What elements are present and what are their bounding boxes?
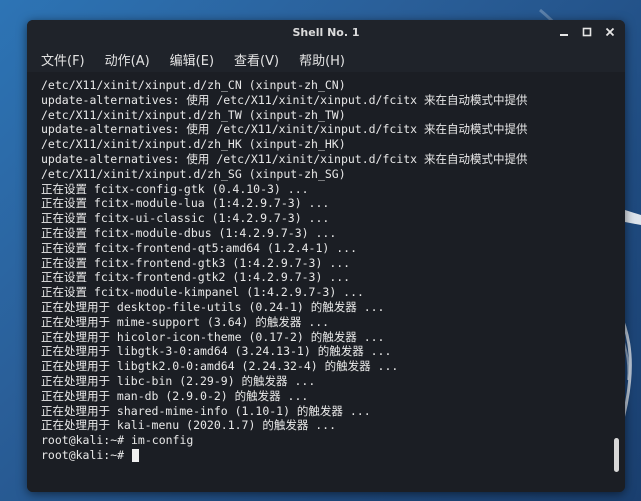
menu-help[interactable]: 帮助(H) bbox=[299, 50, 345, 69]
terminal-line: /etc/X11/xinit/xinput.d/zh_CN (xinput-zh… bbox=[41, 78, 346, 92]
terminal-line: 正在设置 fcitx-module-lua (1:4.2.9.7-3) ... bbox=[41, 196, 330, 211]
current-prompt-line[interactable]: root@kali:~# bbox=[41, 448, 625, 463]
terminal-line: 正在设置 fcitx-frontend-gtk2 (1:4.2.9.7-3) .… bbox=[41, 270, 351, 285]
terminal-line: 正在处理用于 libgtk-3-0:amd64 (3.24.13-1) 的触发器… bbox=[41, 344, 392, 359]
text-cursor bbox=[132, 448, 140, 462]
window-controls bbox=[557, 24, 617, 40]
terminal-line: 正在处理用于 kali-menu (2020.1.7) 的触发器 ... bbox=[41, 418, 337, 433]
terminal-line: 正在处理用于 man-db (2.9.0-2) 的触发器 ... bbox=[41, 388, 309, 403]
terminal-line: 正在设置 fcitx-ui-classic (1:4.2.9.7-3) ... bbox=[41, 211, 330, 226]
terminal-line: root@kali:~# im-config bbox=[41, 433, 194, 448]
terminal-line: 正在设置 fcitx-config-gtk (0.4.10-3) ... bbox=[41, 181, 309, 196]
terminal-line: 正在设置 fcitx-frontend-gtk3 (1:4.2.9.7-3) .… bbox=[41, 255, 351, 270]
minimize-button[interactable] bbox=[557, 24, 571, 40]
maximize-icon bbox=[582, 27, 592, 37]
close-button[interactable] bbox=[603, 24, 617, 40]
menu-bar: 文件(F) 动作(A) 编辑(E) 查看(V) 帮助(H) bbox=[27, 46, 625, 72]
title-bar[interactable]: Shell No. 1 bbox=[27, 20, 625, 46]
scrollbar-thumb[interactable] bbox=[614, 438, 619, 472]
terminal-line: 正在处理用于 desktop-file-utils (0.24-1) 的触发器 … bbox=[41, 299, 385, 314]
terminal-output[interactable]: /etc/X11/xinit/xinput.d/zh_CN (xinput-zh… bbox=[27, 72, 625, 492]
shell-prompt: root@kali:~# bbox=[41, 447, 132, 462]
menu-actions[interactable]: 动作(A) bbox=[105, 50, 150, 69]
terminal-line: 正在设置 fcitx-module-kimpanel (1:4.2.9.7-3)… bbox=[41, 285, 364, 300]
scrollbar[interactable] bbox=[612, 76, 620, 486]
terminal-line: update-alternatives: 使用 /etc/X11/xinit/x… bbox=[41, 122, 528, 137]
terminal-line: /etc/X11/xinit/xinput.d/zh_SG (xinput-zh… bbox=[41, 166, 346, 181]
terminal-window: Shell No. 1 文件(F) 动作(A) 编辑(E) 查看(V) 帮助(H… bbox=[27, 20, 625, 492]
terminal-line: 正在设置 fcitx-module-dbus (1:4.2.9.7-3) ... bbox=[41, 225, 337, 240]
terminal-line: /etc/X11/xinit/xinput.d/zh_TW (xinput-zh… bbox=[41, 107, 346, 122]
terminal-line: 正在处理用于 libgtk2.0-0:amd64 (2.24.32-4) 的触发… bbox=[41, 359, 399, 374]
terminal-line: update-alternatives: 使用 /etc/X11/xinit/x… bbox=[41, 151, 528, 166]
terminal-line: 正在处理用于 libc-bin (2.29-9) 的触发器 ... bbox=[41, 373, 316, 388]
terminal-line: 正在设置 fcitx-frontend-qt5:amd64 (1.2.4-1) … bbox=[41, 240, 358, 255]
menu-file[interactable]: 文件(F) bbox=[41, 50, 85, 69]
terminal-line: update-alternatives: 使用 /etc/X11/xinit/x… bbox=[41, 92, 528, 107]
terminal-line: 正在处理用于 hicolor-icon-theme (0.17-2) 的触发器 … bbox=[41, 329, 385, 344]
maximize-button[interactable] bbox=[580, 24, 594, 40]
menu-edit[interactable]: 编辑(E) bbox=[170, 50, 214, 69]
close-icon bbox=[605, 27, 615, 37]
window-title: Shell No. 1 bbox=[292, 26, 360, 39]
terminal-line: 正在处理用于 mime-support (3.64) 的触发器 ... bbox=[41, 314, 330, 329]
terminal-line: 正在处理用于 shared-mime-info (1.10-1) 的触发器 ..… bbox=[41, 403, 371, 418]
minimize-icon bbox=[560, 34, 568, 36]
menu-view[interactable]: 查看(V) bbox=[234, 50, 279, 69]
terminal-line: /etc/X11/xinit/xinput.d/zh_HK (xinput-zh… bbox=[41, 137, 346, 152]
